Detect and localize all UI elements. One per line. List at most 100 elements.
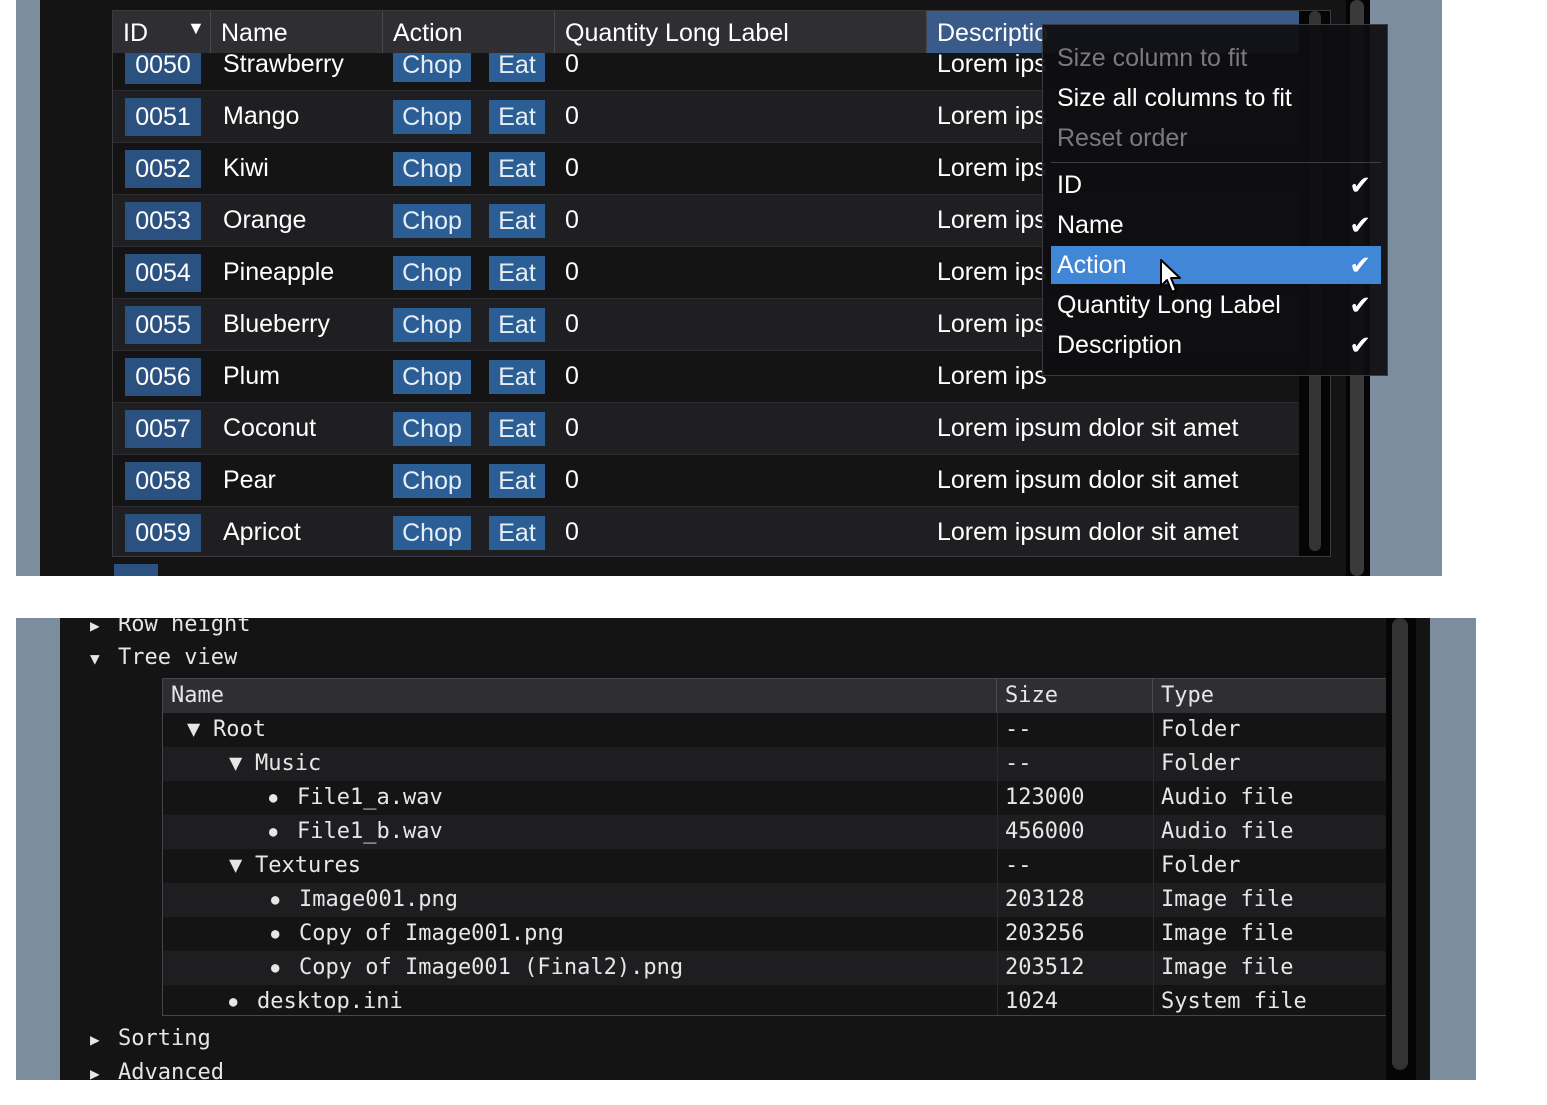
chop-button[interactable]: Chop [393,256,471,290]
column-header-name-label: Name [221,19,288,47]
id-cell[interactable]: 0059 [125,514,201,552]
column-header-id[interactable]: ID ▼ [113,11,211,53]
chop-button[interactable]: Chop [393,48,471,82]
tree-node-row-height[interactable]: ▶ Row height [90,618,250,641]
tree-row-name: Copy of Image001.png [299,921,564,946]
bullet-icon: ● [271,960,280,976]
menu-item-size-all-columns-to-fit[interactable]: Size all columns to fit [1051,79,1381,117]
tree-table-header: Name Size Type [163,679,1413,713]
id-cell[interactable]: 0058 [125,462,201,500]
tree-row-music[interactable]: ▼ Music -- Folder [163,747,1413,781]
tree-node-label: Row height [118,618,251,637]
quantity-cell: 0 [565,362,579,390]
eat-button[interactable]: Eat [489,464,545,498]
tree-row-size: 203256 [1005,921,1085,946]
column-divider [997,713,998,1015]
menu-item-column-name[interactable]: Name ✔ [1051,206,1381,244]
id-cell[interactable]: 0052 [125,150,201,188]
id-cell[interactable]: 0056 [125,358,201,396]
description-cell: Lorem ips [937,362,1047,390]
eat-button[interactable]: Eat [489,256,545,290]
chop-button[interactable]: Chop [393,464,471,498]
expanded-arrow-icon[interactable]: ▼ [229,849,242,883]
mouse-cursor-icon [1160,259,1181,293]
tree-node-label: Sorting [118,1026,211,1051]
table-row[interactable]: 0058 Pear Chop Eat 0 Lorem ipsum dolor s… [113,455,1299,507]
id-cell[interactable]: 0057 [125,410,201,448]
tree-row-name: desktop.ini [257,989,403,1014]
chop-button[interactable]: Chop [393,360,471,394]
column-header-name[interactable]: Name [163,679,997,713]
menu-item-column-action[interactable]: Action ✔ [1051,246,1381,284]
description-cell: Lorem ipsum dolor sit amet [937,466,1239,494]
tree-row-desktop-ini[interactable]: ● desktop.ini 1024 System file [163,985,1413,1015]
tree-table[interactable]: Name Size Type ▼ Root -- Folder ▼ Music … [162,678,1414,1016]
chop-button[interactable]: Chop [393,308,471,342]
tree-row-name: Root [213,717,266,742]
column-divider [1153,713,1154,1015]
tree-row-name: Music [255,751,322,776]
chop-button[interactable]: Chop [393,412,471,446]
chop-button[interactable]: Chop [393,516,471,550]
menu-item-column-id[interactable]: ID ✔ [1051,166,1381,204]
column-header-name[interactable]: Name [211,11,383,53]
menu-item-column-description[interactable]: Description ✔ [1051,326,1381,364]
expanded-arrow-icon[interactable]: ▼ [229,747,242,781]
quantity-cell: 0 [565,466,579,494]
menu-item-size-column-to-fit[interactable]: Size column to fit [1051,39,1381,77]
menu-item-column-quantity[interactable]: Quantity Long Label ✔ [1051,286,1381,324]
column-header-action[interactable]: Action [383,11,555,53]
tree-row-copy-image001-final2[interactable]: ● Copy of Image001 (Final2).png 203512 I… [163,951,1413,985]
tree-row-size: 203128 [1005,887,1085,912]
menu-item-reset-order[interactable]: Reset order [1051,119,1381,157]
eat-button[interactable]: Eat [489,152,545,186]
eat-button[interactable]: Eat [489,516,545,550]
table-row[interactable]: 0059 Apricot Chop Eat 0 Lorem ipsum dolo… [113,507,1299,556]
tree-node-tree-view[interactable]: ▼ Tree view [90,643,237,674]
bullet-icon: ● [269,790,278,806]
expanded-arrow-icon[interactable]: ▼ [187,713,200,747]
id-cell[interactable]: 0053 [125,202,201,240]
collapsed-arrow-icon: ▶ [90,618,100,635]
table-row[interactable]: 0057 Coconut Chop Eat 0 Lorem ipsum dolo… [113,403,1299,455]
tree-row-size: -- [1005,717,1032,742]
eat-button[interactable]: Eat [489,360,545,394]
menu-item-label: ID [1057,171,1082,199]
chop-button[interactable]: Chop [393,204,471,238]
tree-row-image001[interactable]: ● Image001.png 203128 Image file [163,883,1413,917]
column-header-size[interactable]: Size [997,679,1153,713]
chop-button[interactable]: Chop [393,100,471,134]
tree-row-file1-a[interactable]: ● File1_a.wav 123000 Audio file [163,781,1413,815]
eat-button[interactable]: Eat [489,48,545,82]
menu-separator [1051,162,1381,163]
tree-node-advanced[interactable]: ▶ Advanced [90,1058,224,1080]
tree-row-file1-b[interactable]: ● File1_b.wav 456000 Audio file [163,815,1413,849]
description-cell: Lorem ips [937,102,1047,130]
id-cell[interactable]: 0055 [125,306,201,344]
eat-button[interactable]: Eat [489,412,545,446]
description-cell: Lorem ipsum dolor sit amet [937,414,1239,442]
column-header-quantity[interactable]: Quantity Long Label [555,11,927,53]
eat-button[interactable]: Eat [489,308,545,342]
demo-window-tree: ▶ Row height ▼ Tree view Name Size Type ▼ … [60,618,1430,1080]
tree-row-type: System file [1161,989,1307,1014]
window-scrollbar[interactable] [1386,618,1416,1080]
name-cell: Orange [223,206,307,234]
eat-button[interactable]: Eat [489,100,545,134]
tree-node-sorting[interactable]: ▶ Sorting [90,1024,211,1055]
id-cell[interactable]: 0051 [125,98,201,136]
window-scrollbar-grab[interactable] [1392,618,1408,1070]
tree-row-copy-image001[interactable]: ● Copy of Image001.png 203256 Image file [163,917,1413,951]
name-cell: Blueberry [223,310,330,338]
quantity-cell: 0 [565,414,579,442]
quantity-cell: 0 [565,154,579,182]
tree-row-textures[interactable]: ▼ Textures -- Folder [163,849,1413,883]
id-cell[interactable]: 0054 [125,254,201,292]
description-cell: Lorem ips [937,310,1047,338]
eat-button[interactable]: Eat [489,204,545,238]
name-cell: Mango [223,102,300,130]
chop-button[interactable]: Chop [393,152,471,186]
tree-row-size: 123000 [1005,785,1085,810]
column-header-type[interactable]: Type [1153,679,1413,713]
tree-row-root[interactable]: ▼ Root -- Folder [163,713,1413,747]
